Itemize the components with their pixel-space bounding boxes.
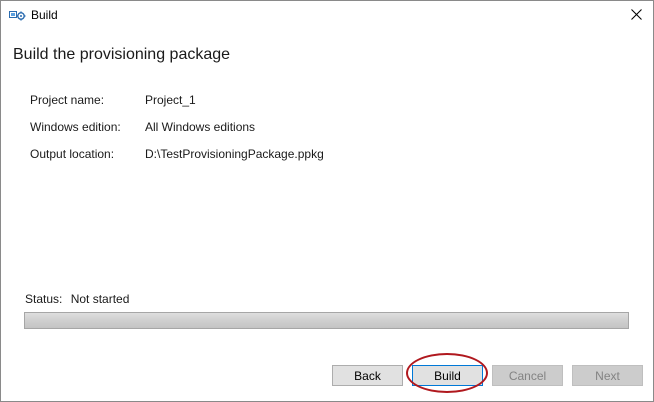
cancel-button[interactable]: Cancel — [492, 365, 563, 386]
output-location-row: Output location: D:\TestProvisioningPack… — [30, 147, 324, 174]
window-title: Build — [31, 8, 58, 22]
next-button[interactable]: Next — [572, 365, 643, 386]
close-button[interactable] — [625, 5, 647, 27]
windows-edition-label: Windows edition: — [30, 120, 121, 134]
status-value: Not started — [70, 292, 130, 306]
output-location-value: D:\TestProvisioningPackage.ppkg — [145, 147, 324, 161]
output-location-label: Output location: — [30, 147, 115, 161]
windows-edition-value: All Windows editions — [145, 120, 256, 134]
build-progress-bar — [24, 312, 629, 329]
status-label: Status: — [25, 292, 63, 306]
build-dialog: Build Build the provisioning package Pro… — [0, 0, 654, 402]
project-name-value: Project_1 — [145, 93, 196, 107]
project-name-label: Project name: — [30, 93, 105, 107]
provisioning-package-icon — [9, 9, 26, 23]
build-status: Status: Not started — [25, 292, 129, 306]
title-bar: Build — [1, 1, 653, 31]
page-heading: Build the provisioning package — [13, 46, 231, 63]
back-button[interactable]: Back — [332, 365, 403, 386]
build-button[interactable]: Build — [412, 365, 483, 386]
project-name-row: Project name: Project_1 — [30, 93, 324, 120]
close-icon — [630, 7, 642, 25]
windows-edition-row: Windows edition: All Windows editions — [30, 120, 324, 147]
package-info: Project name: Project_1 Windows edition:… — [30, 93, 324, 174]
